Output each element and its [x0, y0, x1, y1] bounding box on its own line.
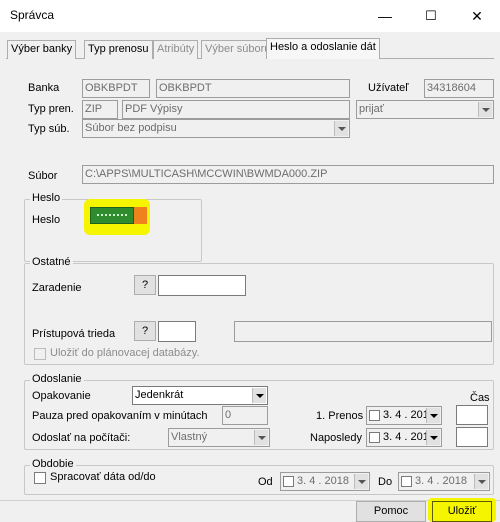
spracovat-checkbox[interactable]	[34, 472, 46, 484]
chevron-down-icon	[354, 474, 368, 489]
uzivatel-label: Užívateľ	[368, 82, 409, 94]
odoslat-label: Odoslať na počítači:	[32, 432, 131, 444]
typ-pren-name-field: PDF Výpisy	[122, 100, 350, 119]
opakovanie-value: Jedenkrát	[135, 389, 184, 401]
uzivatel-field: 34318604	[424, 79, 494, 98]
do-label: Do	[378, 476, 393, 488]
close-button[interactable]: ✕	[454, 0, 500, 32]
naposledy-date-checkbox[interactable]	[369, 432, 380, 443]
password-dots	[97, 214, 127, 216]
typ-sub-value: Súbor bez podpisu	[85, 122, 177, 134]
ulozit-button[interactable]: Uložiť	[432, 501, 492, 522]
typ-pren-label: Typ pren.	[28, 103, 74, 115]
window-title: Správca	[10, 8, 55, 22]
pauza-label: Pauza pred opakovaním v minútach	[32, 410, 208, 422]
pristupova-label: Prístupová trieda	[32, 328, 116, 340]
prenos1-time-input[interactable]	[456, 405, 488, 425]
direction-select[interactable]: prijať	[356, 100, 494, 119]
chevron-down-icon	[474, 474, 488, 489]
pristupova-help-button[interactable]: ?	[134, 321, 156, 341]
chevron-down-icon	[478, 102, 492, 117]
ulozit-db-checkbox[interactable]	[34, 348, 46, 360]
heslo-password-field[interactable]	[90, 207, 134, 224]
pristupova-description-field	[234, 321, 492, 342]
naposledy-date[interactable]: 3. 4 . 201	[366, 428, 442, 447]
odoslanie-group-title: Odoslanie	[30, 373, 84, 385]
chevron-down-icon	[252, 388, 266, 403]
pauza-input[interactable]: 0	[222, 406, 268, 425]
banka-name-field: OBKBPDT	[156, 79, 350, 98]
cas-label: Čas	[470, 392, 490, 404]
ulozit-db-label: Uložiť do plánovacej databázy.	[50, 347, 200, 359]
tab-typ-prenosu[interactable]: Typ prenosu	[84, 40, 153, 59]
opakovanie-select[interactable]: Jedenkrát	[132, 386, 268, 405]
direction-value: prijať	[359, 103, 384, 115]
naposledy-label: Naposledy	[310, 432, 362, 444]
maximize-button[interactable]: ☐	[408, 0, 454, 32]
tab-vyber-banky[interactable]: Výber banky	[7, 40, 77, 59]
obdobie-group-title: Obdobie	[30, 458, 76, 470]
minimize-button[interactable]: —	[362, 0, 408, 32]
prenos1-date-value: 3. 4 . 201	[383, 409, 429, 421]
tab-atributy[interactable]: Atribúty	[153, 40, 199, 59]
zaradenie-help-button[interactable]: ?	[134, 275, 156, 295]
naposledy-time-input[interactable]	[456, 427, 488, 447]
subor-label: Súbor	[28, 170, 58, 182]
od-date-checkbox[interactable]	[283, 476, 294, 487]
do-date[interactable]: 3. 4 . 2018	[398, 472, 490, 491]
banka-code-field: OBKBPDT	[82, 79, 150, 98]
naposledy-date-value: 3. 4 . 201	[383, 431, 429, 443]
prenos1-date-checkbox[interactable]	[369, 410, 380, 421]
banka-label: Banka	[28, 82, 60, 94]
do-date-value: 3. 4 . 2018	[415, 475, 467, 487]
typ-sub-label: Typ súb.	[28, 123, 70, 135]
do-date-checkbox[interactable]	[401, 476, 412, 487]
zaradenie-label: Zaradenie	[32, 282, 82, 294]
pristupova-input[interactable]	[158, 321, 196, 342]
heslo-group-title: Heslo	[30, 192, 63, 204]
chevron-down-icon	[334, 121, 348, 136]
heslo-field-edge	[134, 207, 147, 224]
spracovat-label: Spracovať dáta od/do	[50, 471, 156, 483]
odoslat-select[interactable]: Vlastný	[168, 428, 270, 447]
tab-vyber-suboru[interactable]: Výber súboru	[201, 40, 275, 59]
subor-field: C:\APPS\MULTICASH\MCCWIN\BWMDA000.ZIP	[82, 165, 494, 184]
typ-sub-select[interactable]: Súbor bez podpisu	[82, 119, 350, 138]
od-date-value: 3. 4 . 2018	[297, 475, 349, 487]
prenos1-date[interactable]: 3. 4 . 201	[366, 406, 442, 425]
chevron-down-icon	[426, 408, 440, 423]
heslo-label: Heslo	[32, 214, 61, 226]
prenos1-label: 1. Prenos	[316, 410, 364, 422]
zaradenie-input[interactable]	[158, 275, 246, 296]
od-date[interactable]: 3. 4 . 2018	[280, 472, 370, 491]
opakovanie-label: Opakovanie	[32, 390, 91, 402]
tab-heslo-odoslanie[interactable]: Heslo a odoslanie dát	[266, 38, 380, 59]
ostatne-group-title: Ostatné	[30, 256, 73, 268]
pomoc-button[interactable]: Pomoc	[356, 501, 426, 522]
typ-pren-code-field: ZIP	[82, 100, 118, 119]
odoslat-value: Vlastný	[171, 431, 208, 443]
chevron-down-icon	[254, 430, 268, 445]
od-label: Od	[258, 476, 273, 488]
chevron-down-icon	[426, 430, 440, 445]
